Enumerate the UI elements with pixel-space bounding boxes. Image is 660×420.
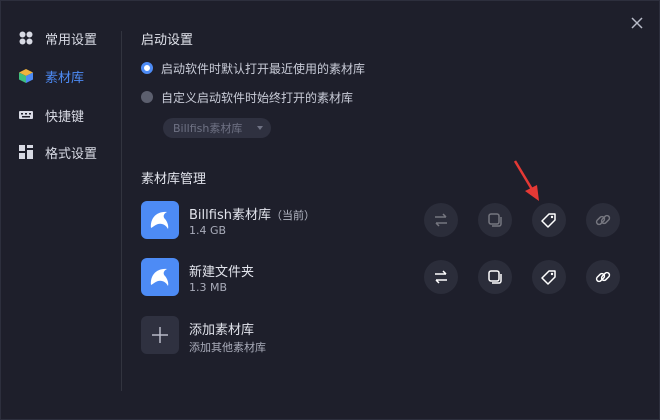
general-settings-icon [19,31,33,45]
tag-icon [541,270,556,285]
sidebar-item-shortcuts[interactable]: 快捷键 [19,103,84,127]
settings-window: 常用设置 素材库 快捷键 格式设置 启动设置 启动软件时默认打开最近使用的素材库… [0,0,660,420]
swap-arrows-icon [435,270,447,284]
library-name-line: 新建文件夹 [189,261,254,280]
startup-option-label: 自定义启动软件时始终打开的素材库 [161,90,354,105]
library-size: 1.4 GB [189,224,227,237]
sidebar-item-label: 快捷键 [45,109,85,125]
library-cube-icon [19,69,33,83]
sidebar-divider [121,31,122,391]
sidebar-item-label: 素材库 [45,70,85,86]
sidebar-item-general[interactable]: 常用设置 [19,26,97,50]
switch-library-button[interactable] [424,260,458,294]
radio-unselected-icon [141,91,153,103]
startup-option-recent[interactable]: 启动软件时默认打开最近使用的素材库 [141,59,365,77]
sidebar-item-library[interactable]: 素材库 [19,64,84,88]
dropdown-value: Billfish素材库 [173,122,243,135]
sidebar: 常用设置 素材库 快捷键 格式设置 [1,1,121,419]
radio-selected-icon [141,62,153,74]
annotation-arrow-icon [513,160,539,201]
startup-option-custom[interactable]: 自定义启动软件时始终打开的素材库 [141,88,353,106]
copy-icon [488,270,502,284]
library-name: Billfish素材库 [189,208,271,223]
tag-library-button[interactable] [532,203,566,237]
dolphin-library-icon [141,201,179,239]
startup-section-title: 启动设置 [141,33,194,48]
link-icon [595,271,611,283]
library-name: 新建文件夹 [189,265,255,280]
library-row: 新建文件夹 1.3 MB [141,258,631,298]
copy-library-button[interactable] [478,260,512,294]
link-icon [595,214,611,226]
sidebar-item-label: 格式设置 [45,146,98,162]
add-library-title: 添加素材库 [189,323,255,338]
sidebar-item-label: 常用设置 [45,32,98,48]
copy-icon [488,213,502,227]
library-size: 1.3 MB [189,281,228,294]
format-grid-icon [19,145,33,159]
current-tag: （当前） [270,209,315,222]
swap-arrows-icon [435,213,447,227]
keyboard-icon [19,108,33,122]
library-select-dropdown[interactable]: Billfish素材库 [163,118,271,138]
library-row: Billfish素材库（当前） 1.4 GB [141,201,631,241]
copy-library-button[interactable] [478,203,512,237]
plus-icon [141,316,179,354]
library-name-line: Billfish素材库（当前） [189,204,315,223]
tag-library-button[interactable] [532,260,566,294]
close-button[interactable] [627,13,647,33]
unlink-library-button[interactable] [586,260,620,294]
add-library-row[interactable]: 添加素材库 添加其他素材库 [141,316,631,356]
startup-option-label: 启动软件时默认打开最近使用的素材库 [161,61,366,76]
unlink-library-button[interactable] [586,203,620,237]
library-management-title: 素材库管理 [141,172,207,187]
switch-library-button[interactable] [424,203,458,237]
add-library-subtitle: 添加其他素材库 [189,341,266,354]
dolphin-library-icon [141,258,179,296]
close-icon [631,17,643,29]
sidebar-item-format[interactable]: 格式设置 [19,140,97,164]
tag-icon [541,213,556,228]
chevron-down-icon [257,126,263,130]
